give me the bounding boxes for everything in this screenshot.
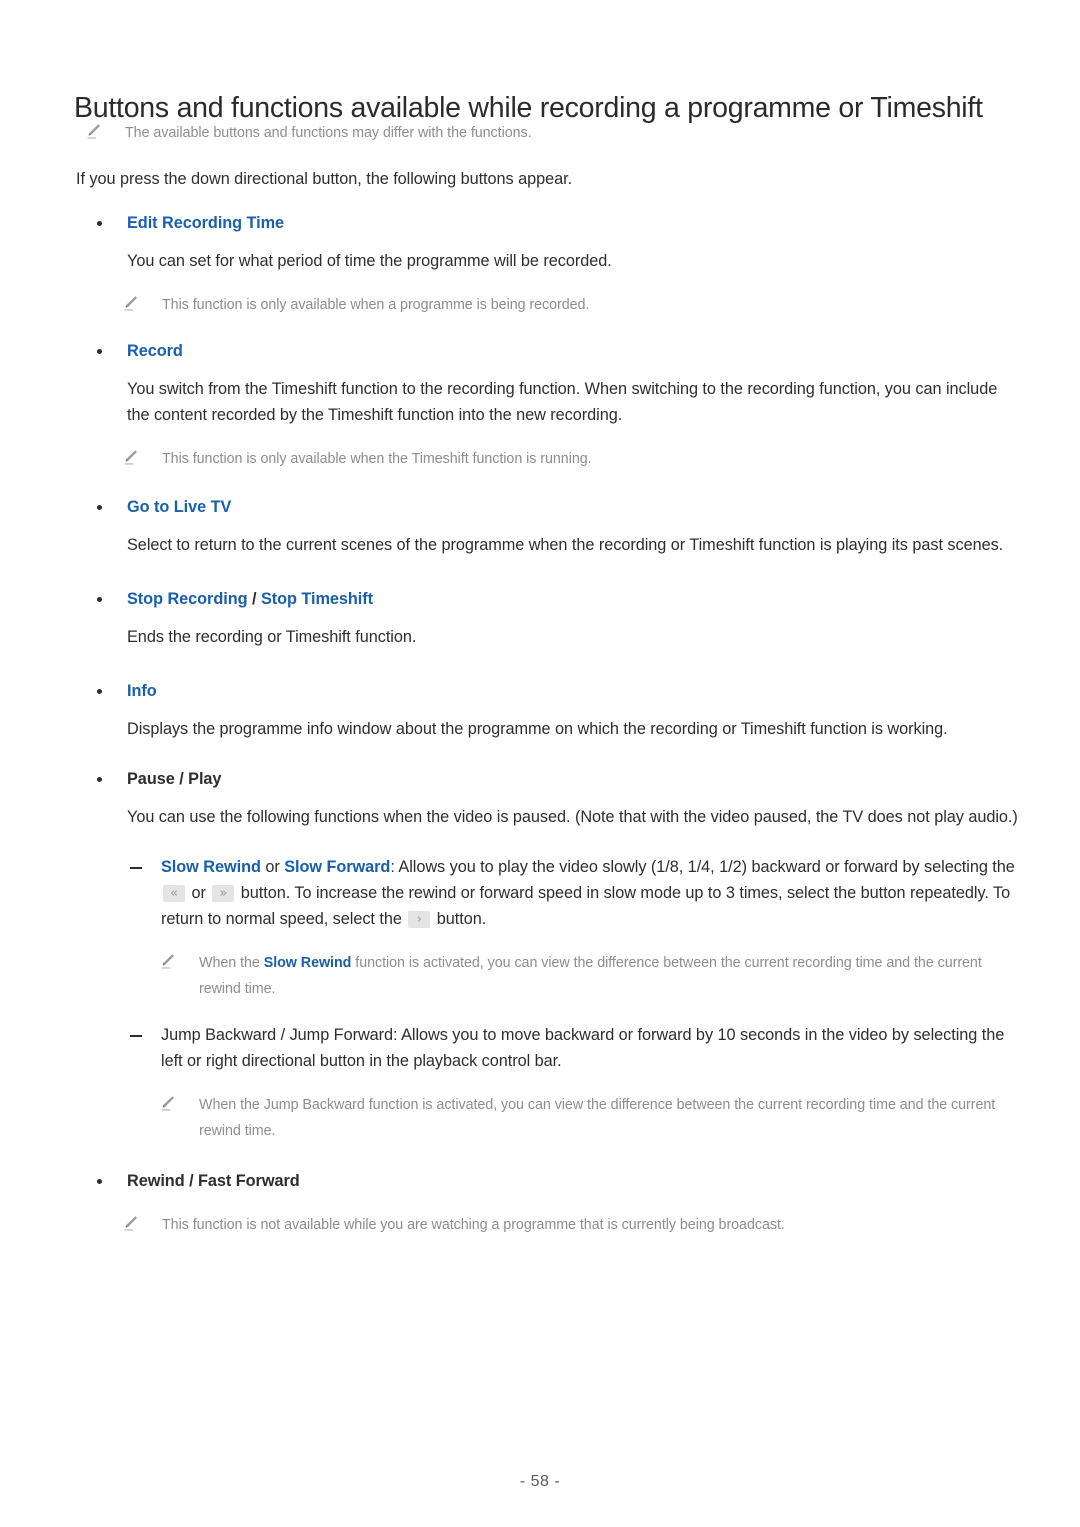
document-page: Buttons and functions available while re… (0, 0, 1080, 1527)
section-label-rewind-fast-forward: Rewind / Fast Forward (127, 1172, 300, 1190)
section-info: Info (0, 678, 1080, 704)
slow-text-b: or (187, 884, 211, 902)
note-slow-rewind-text: When the Slow Rewind function is activat… (175, 950, 1018, 1002)
note-rewind-fast-forward-text: This function is not available while you… (162, 1217, 785, 1233)
section-body-edit-recording-time: You can set for what period of time the … (127, 252, 612, 270)
intro-paragraph: If you press the down directional button… (76, 170, 573, 188)
note-slow-rewind: When the Slow Rewind function is activat… (0, 950, 1080, 1002)
slow-text-d: button. (432, 910, 487, 928)
subsection-jump-text: Jump Backward / Jump Forward: Allows you… (161, 1026, 1005, 1070)
note-jump-backward: When the Jump Backward function is activ… (0, 1092, 1080, 1144)
page-number: - 58 - (519, 1473, 561, 1490)
note-edit-recording-time: This function is only available when a p… (0, 292, 1080, 318)
slow-forward-key-icon[interactable]: » (212, 885, 235, 902)
label-stop-timeshift: Stop Timeshift (260, 590, 374, 608)
note-rewind-fast-forward: This function is not available while you… (0, 1212, 1080, 1238)
pencil-icon (123, 1215, 138, 1232)
note-edit-recording-time-text: This function is only available when a p… (162, 297, 590, 313)
section-body-go-to-live-tv: Select to return to the current scenes o… (127, 536, 1004, 554)
pencil-icon (160, 1095, 175, 1112)
section-label-edit-recording-time[interactable]: Edit Recording Time (102, 210, 284, 236)
document-content: The available buttons and functions may … (0, 120, 1080, 1238)
subsection-jump: Jump Backward / Jump Forward: Allows you… (0, 1022, 1080, 1074)
section-rewind-fast-forward: Rewind / Fast Forward (0, 1168, 1080, 1194)
note-record-text: This function is only available when the… (162, 451, 592, 467)
keyword-slow-forward[interactable]: Slow Forward (284, 858, 390, 876)
pencil-icon (123, 295, 138, 312)
subsection-slow-rewind-forward: Slow Rewind or Slow Forward: Allows you … (0, 854, 1080, 932)
label-separator: / (247, 590, 261, 608)
section-body-pause-play: You can use the following functions when… (127, 808, 1018, 826)
section-label-pause-play: Pause / Play (127, 770, 222, 788)
section-label-go-to-live-tv[interactable]: Go to Live TV (102, 494, 231, 520)
play-key-icon[interactable]: › (408, 911, 431, 928)
section-pause-play: Pause / Play (0, 766, 1080, 792)
pencil-icon (160, 953, 175, 970)
section-record: Record (0, 338, 1080, 364)
note-jump-backward-text: When the Jump Backward function is activ… (199, 1097, 996, 1139)
slow-text-a: : Allows you to play the video slowly (1… (390, 858, 1015, 876)
subsection-slow-text: Slow Rewind or Slow Forward: Allows you … (142, 854, 1018, 932)
note-keyword-slow-rewind: Slow Rewind (263, 955, 352, 971)
note-slow-rewind-part-a: When the (199, 955, 264, 971)
dash-icon (130, 1035, 142, 1037)
section-body-stop-recording: Ends the recording or Timeshift function… (127, 628, 417, 646)
slow-rewind-key-icon[interactable]: « (163, 885, 185, 902)
keyword-slow-rewind[interactable]: Slow Rewind (161, 858, 261, 876)
section-go-to-live-tv: Go to Live TV (0, 494, 1080, 520)
pencil-icon (86, 123, 101, 140)
note-top-text: The available buttons and functions may … (125, 125, 532, 141)
section-stop-recording: Stop Recording / Stop Timeshift (0, 586, 1080, 612)
text-or: or (260, 858, 285, 876)
slow-text-c: button. To increase the rewind or forwar… (161, 884, 1011, 928)
section-label-record[interactable]: Record (102, 338, 183, 364)
section-label-stop-recording[interactable]: Stop Recording / Stop Timeshift (102, 586, 373, 612)
section-edit-recording-time: Edit Recording Time (0, 210, 1080, 236)
section-label-info[interactable]: Info (102, 678, 157, 704)
note-top: The available buttons and functions may … (0, 120, 1080, 146)
pencil-icon (123, 449, 138, 466)
note-record: This function is only available when the… (0, 446, 1080, 472)
section-body-info: Displays the programme info window about… (127, 720, 948, 738)
dash-icon (130, 867, 142, 869)
label-stop-recording: Stop Recording (127, 590, 248, 608)
section-body-record: You switch from the Timeshift function t… (127, 380, 998, 424)
